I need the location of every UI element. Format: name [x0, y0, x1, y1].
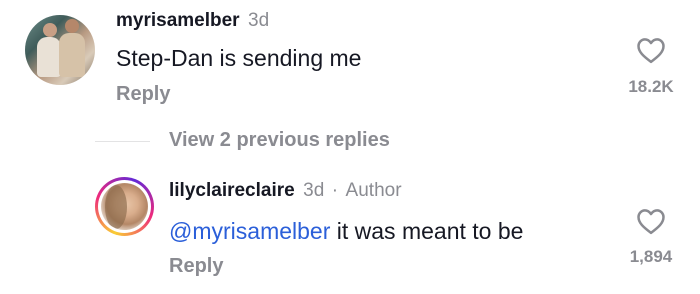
- avatar-with-story-ring[interactable]: [95, 177, 154, 236]
- comment-username[interactable]: lilyclaireclaire: [169, 180, 295, 201]
- comment-username[interactable]: myrisamelber: [116, 10, 240, 31]
- view-previous-replies-button[interactable]: View 2 previous replies: [169, 129, 390, 152]
- comment-time: 3d: [248, 10, 270, 31]
- like-count: 18.2K: [628, 77, 674, 96]
- heart-outline-icon[interactable]: [636, 207, 666, 235]
- comment-header: myrisamelber 3d: [116, 10, 269, 32]
- mention-link[interactable]: @myrisamelber: [169, 218, 330, 244]
- comment-time: 3d: [303, 180, 325, 201]
- meta-separator: ·: [331, 180, 339, 201]
- reply-button[interactable]: Reply: [169, 255, 223, 278]
- comment-header: lilyclaireclaire 3d · Author: [169, 180, 402, 202]
- comment-text-body: it was meant to be: [330, 218, 524, 244]
- author-badge: Author: [345, 180, 402, 201]
- heart-outline-icon[interactable]: [636, 36, 666, 64]
- like-count: 1,894: [629, 247, 673, 266]
- comment-text: @myrisamelber it was meant to be: [169, 218, 523, 245]
- reply-button[interactable]: Reply: [116, 83, 170, 106]
- divider: [95, 141, 150, 142]
- comment-text: Step-Dan is sending me: [116, 45, 362, 71]
- avatar[interactable]: [25, 15, 95, 85]
